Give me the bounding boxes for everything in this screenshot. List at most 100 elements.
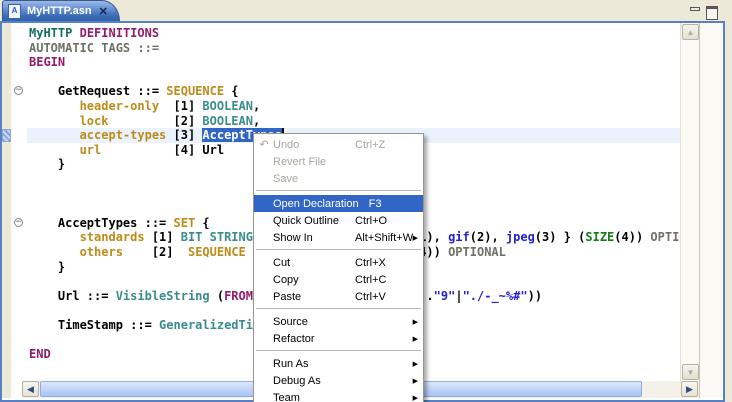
code-token [29,128,80,142]
menu-separator [256,190,421,191]
code-token: [2] [108,114,202,128]
submenu-arrow-icon: ▶ [413,394,418,402]
context-menu: ↶Undo Ctrl+Z Revert File Save Open Declarati… [253,133,424,402]
menu-item-debug-as[interactable]: Debug As▶ [254,372,423,389]
code-token: AcceptTypes ::= [29,216,174,230]
menu-item-show-in[interactable]: Show InAlt+Shift+W▶ [254,229,423,246]
code-line [27,70,680,85]
maximize-view-button[interactable] [706,6,718,20]
code-line: GetRequest ::= SEQUENCE { [27,84,680,99]
code-token: END [29,347,51,361]
code-token: } [29,157,65,171]
menu-item-refactor[interactable]: Refactor▶ [254,330,423,347]
menu-item-cut[interactable]: Cut Ctrl+X [254,254,423,271]
menu-item-label: Copy [273,274,345,286]
menu-separator [256,249,421,250]
code-token: BIT STRING [181,230,253,244]
code-line: AUTOMATIC TAGS ::= [27,41,680,56]
submenu-arrow-icon: ▶ [413,318,418,326]
menu-item-shortcut: Alt+Shift+W [355,232,413,244]
menu-item-paste[interactable]: PasteCtrl+V [254,288,423,305]
menu-item-undo: ↶Undo Ctrl+Z [254,136,423,153]
code-token: { [195,216,209,230]
folding-margin[interactable]: −− [11,23,27,398]
code-token: OPTIONAL [448,245,506,259]
code-token: (3) } ( [535,230,586,244]
code-token: [4] Url [101,143,224,157]
scroll-right-icon[interactable]: ▶ [681,381,698,397]
scroll-down-icon[interactable]: ▼ [682,364,699,380]
code-token: header-only [80,99,159,113]
menu-item-open-declaration[interactable]: Open DeclarationF3 [254,195,423,212]
menu-separator [256,308,421,309]
submenu-arrow-icon: ▶ [413,360,418,368]
code-token: Url ::= [29,289,116,303]
code-token: VisibleString [116,289,210,303]
undo-icon: ↶ [257,138,271,151]
code-token: gif [448,230,470,244]
code-line: lock [2] BOOLEAN, [27,114,680,129]
occurrence-marker-icon [2,129,11,142]
tab-myhttp-asn[interactable]: A MyHTTP.asn ✕ [2,0,120,21]
menu-item-shortcut: Ctrl+Z [355,139,385,151]
code-token [29,230,80,244]
tab-close-icon[interactable]: ✕ [99,5,108,18]
code-token: standards [80,230,145,244]
code-token: url [80,143,102,157]
code-token: DEFINITIONS [80,26,159,40]
editor-tab-bar: A MyHTTP.asn ✕ [0,0,732,21]
submenu-arrow-icon: ▶ [413,377,418,385]
code-token: (2), [470,230,506,244]
menu-item-run-as[interactable]: Run As ▶ [254,355,423,372]
menu-item-label: Team [273,392,345,402]
menu-item-label: Paste [273,291,345,303]
code-token [29,114,80,128]
minimize-view-button[interactable] [690,6,699,15]
code-token: { [224,84,238,98]
menu-item-revert-file: Revert File [254,153,423,170]
menu-item-source[interactable]: Source▶ [254,313,423,330]
menu-item-copy[interactable]: Copy Ctrl+C [254,271,423,288]
code-token: GeneralizedTime [159,318,267,332]
menu-item-label: Run As [273,358,345,370]
menu-item-shortcut: Ctrl+C [355,274,386,286]
menu-item-save: Save [254,170,423,187]
code-token: | [455,289,462,303]
code-token [29,245,80,259]
code-line: BEGIN [27,55,680,70]
menu-item-quick-outline[interactable]: Quick OutlineCtrl+O [254,212,423,229]
code-token: [1] [159,99,202,113]
code-token: SEQUENCE [188,245,246,259]
code-token: ( [210,289,224,303]
code-token [72,26,79,40]
minimize-icon [690,7,700,11]
code-token: } [29,260,65,274]
menu-item-label: Show In [273,232,345,244]
collapse-icon[interactable]: − [14,86,23,95]
code-token: TimeStamp ::= [29,318,159,332]
menu-item-shortcut: Ctrl+X [355,257,386,269]
menu-separator [256,350,421,351]
collapse-icon[interactable]: − [14,218,23,227]
menu-item-label: Save [273,173,345,185]
eclipse-editor-window: A MyHTTP.asn ✕ −− MyHTTP DEFINITIONSAUTO… [0,0,732,402]
menu-item-team[interactable]: Team ▶ [254,389,423,402]
scroll-left-icon[interactable]: ◀ [22,381,39,397]
scroll-up-icon[interactable]: ▲ [682,24,699,40]
code-token: SEQUENCE [166,84,224,98]
code-token: others [80,245,123,259]
code-line: MyHTTP DEFINITIONS [27,26,680,41]
code-token: BOOLEAN [202,114,253,128]
vertical-scrollbar[interactable]: ▲ ▼ [680,23,699,381]
code-token: [3] [166,128,202,142]
menu-item-label: Quick Outline [273,215,345,227]
code-token: GetRequest ::= [29,84,166,98]
code-token: accept-types [80,128,167,142]
asn-file-icon: A [8,4,21,19]
overview-ruler[interactable] [699,23,723,398]
code-token: OPTIONAL [650,230,680,244]
code-token: SET [174,216,196,230]
menu-item-label: Undo [273,139,345,151]
code-token [29,99,80,113]
menu-item-label: Cut [273,257,345,269]
